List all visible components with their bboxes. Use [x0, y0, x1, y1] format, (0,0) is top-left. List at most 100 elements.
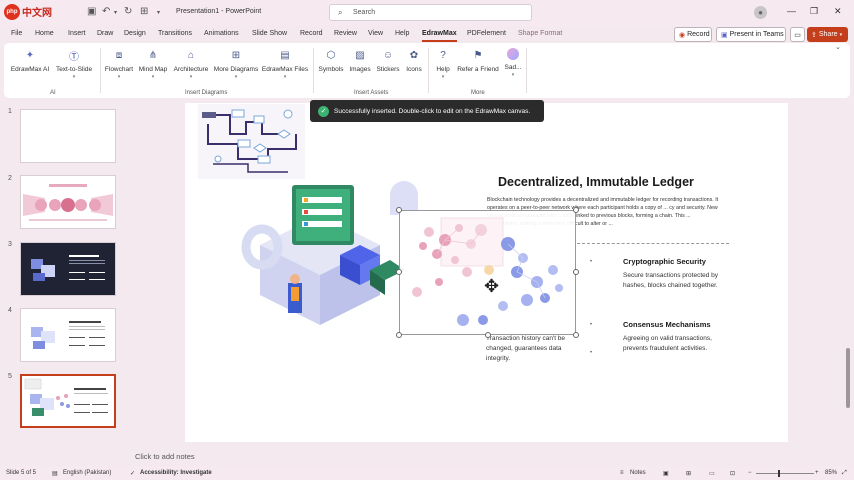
- sad-dropdown-icon: ▾: [511, 72, 515, 78]
- tab-design[interactable]: Design: [124, 30, 146, 37]
- resize-handle-bottom[interactable]: [485, 332, 491, 338]
- minimize-icon[interactable]: —: [787, 6, 796, 16]
- tab-insert[interactable]: Insert: [68, 30, 86, 37]
- present-in-teams-button[interactable]: ▣ Present in Teams: [716, 27, 786, 42]
- help-icon: ?: [440, 49, 446, 61]
- redo-icon[interactable]: ↻: [124, 6, 132, 17]
- ribbon-separator: [526, 48, 527, 93]
- spellcheck-icon[interactable]: ▤: [52, 470, 58, 477]
- resize-handle-top-right[interactable]: [573, 207, 579, 213]
- share-button[interactable]: ⇪ Share ▾: [807, 27, 848, 42]
- notes-placeholder[interactable]: Click to add notes: [135, 452, 195, 461]
- slide-show-icon[interactable]: ⊡: [730, 470, 735, 477]
- cryptographic-security-text[interactable]: Secure transactions protected by hashes,…: [623, 271, 733, 291]
- bullet-dot: •: [590, 322, 593, 328]
- cryptographic-security-heading[interactable]: Cryptographic Security: [623, 257, 706, 266]
- more-diagrams-button[interactable]: ⊞ More Diagrams ▾: [212, 48, 260, 81]
- mind-map-button[interactable]: ⋔ Mind Map ▾: [137, 48, 169, 81]
- slide-thumbnail-2[interactable]: [20, 175, 116, 229]
- normal-view-icon[interactable]: ▣: [663, 470, 669, 477]
- mind-map-label: Mind Map: [138, 66, 168, 73]
- zoom-in-icon[interactable]: +: [815, 470, 819, 476]
- slide-thumbnail-3[interactable]: [20, 242, 116, 296]
- flowchart-image[interactable]: [198, 104, 305, 179]
- vertical-scrollbar-thumb[interactable]: [846, 348, 850, 408]
- language-status[interactable]: English (Pakistan): [63, 470, 111, 476]
- undo-dropdown-icon[interactable]: ▾: [114, 9, 117, 16]
- logo-badge: php: [4, 3, 20, 20]
- tab-help[interactable]: Help: [395, 30, 409, 37]
- symbols-button[interactable]: ⬡ Symbols: [316, 48, 346, 74]
- undo-icon[interactable]: ↶: [102, 6, 110, 17]
- tab-home[interactable]: Home: [35, 30, 54, 37]
- bullet-dot: •: [590, 350, 593, 356]
- slide-title[interactable]: Decentralized, Immutable Ledger: [498, 175, 694, 189]
- edrawmax-ai-label: EdrawMax AI: [10, 66, 50, 73]
- refer-a-friend-button[interactable]: ⚑ Refer a Friend: [456, 48, 500, 74]
- tab-file[interactable]: File: [11, 30, 22, 37]
- slide-thumbnail-4[interactable]: [20, 308, 116, 362]
- close-icon[interactable]: ✕: [834, 6, 842, 17]
- immutable-history-text[interactable]: Transaction history can't be changed, gu…: [486, 334, 586, 363]
- accessibility-icon[interactable]: ✓: [130, 470, 135, 477]
- tab-review[interactable]: Review: [334, 30, 357, 37]
- help-label: Help: [436, 66, 450, 73]
- selection-frame[interactable]: [399, 210, 576, 335]
- thumbnail-5-art: [24, 378, 108, 416]
- save-icon[interactable]: ▣: [87, 6, 96, 17]
- resize-handle-left[interactable]: [396, 269, 402, 275]
- status-bar: Slide 5 of 5 ▤ English (Pakistan) ✓ Acce…: [0, 466, 854, 480]
- zoom-out-icon[interactable]: −: [748, 470, 752, 476]
- tab-shape-format[interactable]: Shape Format: [518, 30, 562, 37]
- slide-thumbnail-5[interactable]: [20, 374, 116, 428]
- slide-sorter-icon[interactable]: ⊞: [686, 470, 691, 477]
- stickers-button[interactable]: ☺ Stickers: [374, 48, 402, 74]
- zoom-level[interactable]: 85%: [825, 470, 837, 476]
- notes-toggle[interactable]: Notes: [630, 470, 646, 476]
- accessibility-status[interactable]: Accessibility: Investigate: [140, 470, 212, 476]
- slide-thumbnail-1[interactable]: [20, 109, 116, 163]
- resize-handle-right[interactable]: [573, 269, 579, 275]
- present-in-teams-label: Present in Teams: [729, 31, 784, 38]
- fit-to-window-icon[interactable]: ⤢: [842, 470, 847, 477]
- tab-transitions[interactable]: Transitions: [158, 30, 192, 37]
- tab-record[interactable]: Record: [300, 30, 323, 37]
- consensus-mechanisms-text[interactable]: Agreeing on valid transactions, prevents…: [623, 334, 733, 354]
- sad-icon: [507, 48, 519, 60]
- resize-handle-bottom-left[interactable]: [396, 332, 402, 338]
- resize-handle-bottom-right[interactable]: [573, 332, 579, 338]
- consensus-mechanisms-heading[interactable]: Consensus Mechanisms: [623, 320, 711, 329]
- icons-button[interactable]: ✿ Icons: [404, 48, 424, 74]
- reading-view-icon[interactable]: ▭: [709, 470, 715, 477]
- tab-view[interactable]: View: [368, 30, 383, 37]
- ribbon-collapse-icon[interactable]: ⌄: [835, 43, 841, 51]
- notes-icon[interactable]: ≡: [620, 470, 624, 476]
- text-to-slide-button[interactable]: Ⓣ Text-to-Slide ▾: [53, 48, 95, 81]
- tab-edrawmax[interactable]: EdrawMax: [422, 30, 457, 37]
- edrawmax-ai-button[interactable]: ✦ EdrawMax AI: [10, 48, 50, 74]
- more-diagrams-label: More Diagrams: [213, 66, 259, 73]
- tab-slide-show[interactable]: Slide Show: [252, 30, 287, 37]
- record-button[interactable]: ◉ Record: [674, 27, 712, 42]
- restore-icon[interactable]: ❐: [810, 6, 818, 17]
- zoom-slider[interactable]: [756, 473, 814, 474]
- refer-a-friend-label: Refer a Friend: [457, 66, 499, 73]
- architecture-button[interactable]: ⌂ Architecture ▾: [171, 48, 211, 81]
- flowchart-button[interactable]: ⧈ Flowchart ▾: [103, 48, 135, 81]
- images-button[interactable]: ▨ Images: [347, 48, 373, 74]
- tab-pdfelement[interactable]: PDFelement: [467, 30, 506, 37]
- resize-handle-top-left[interactable]: [396, 207, 402, 213]
- blockchain-illustration[interactable]: [240, 175, 420, 340]
- avatar[interactable]: ●: [754, 6, 767, 19]
- help-button[interactable]: ? Help ▾: [432, 48, 454, 81]
- ribbon: ✦ EdrawMax AI Ⓣ Text-to-Slide ▾ ⧈ Flowch…: [4, 43, 850, 98]
- search-box[interactable]: ⌕ Search: [329, 4, 532, 21]
- zoom-slider-thumb[interactable]: [778, 470, 780, 477]
- comments-button[interactable]: ▭: [790, 27, 805, 42]
- tab-draw[interactable]: Draw: [97, 30, 113, 37]
- tab-animations[interactable]: Animations: [204, 30, 239, 37]
- customize-quick-access-icon[interactable]: ▾: [157, 9, 160, 16]
- present-icon[interactable]: ⊞: [140, 6, 148, 17]
- edrawmax-files-button[interactable]: ▤ EdrawMax Files ▾: [261, 48, 309, 81]
- sad-button[interactable]: Sad... ▾: [502, 48, 524, 78]
